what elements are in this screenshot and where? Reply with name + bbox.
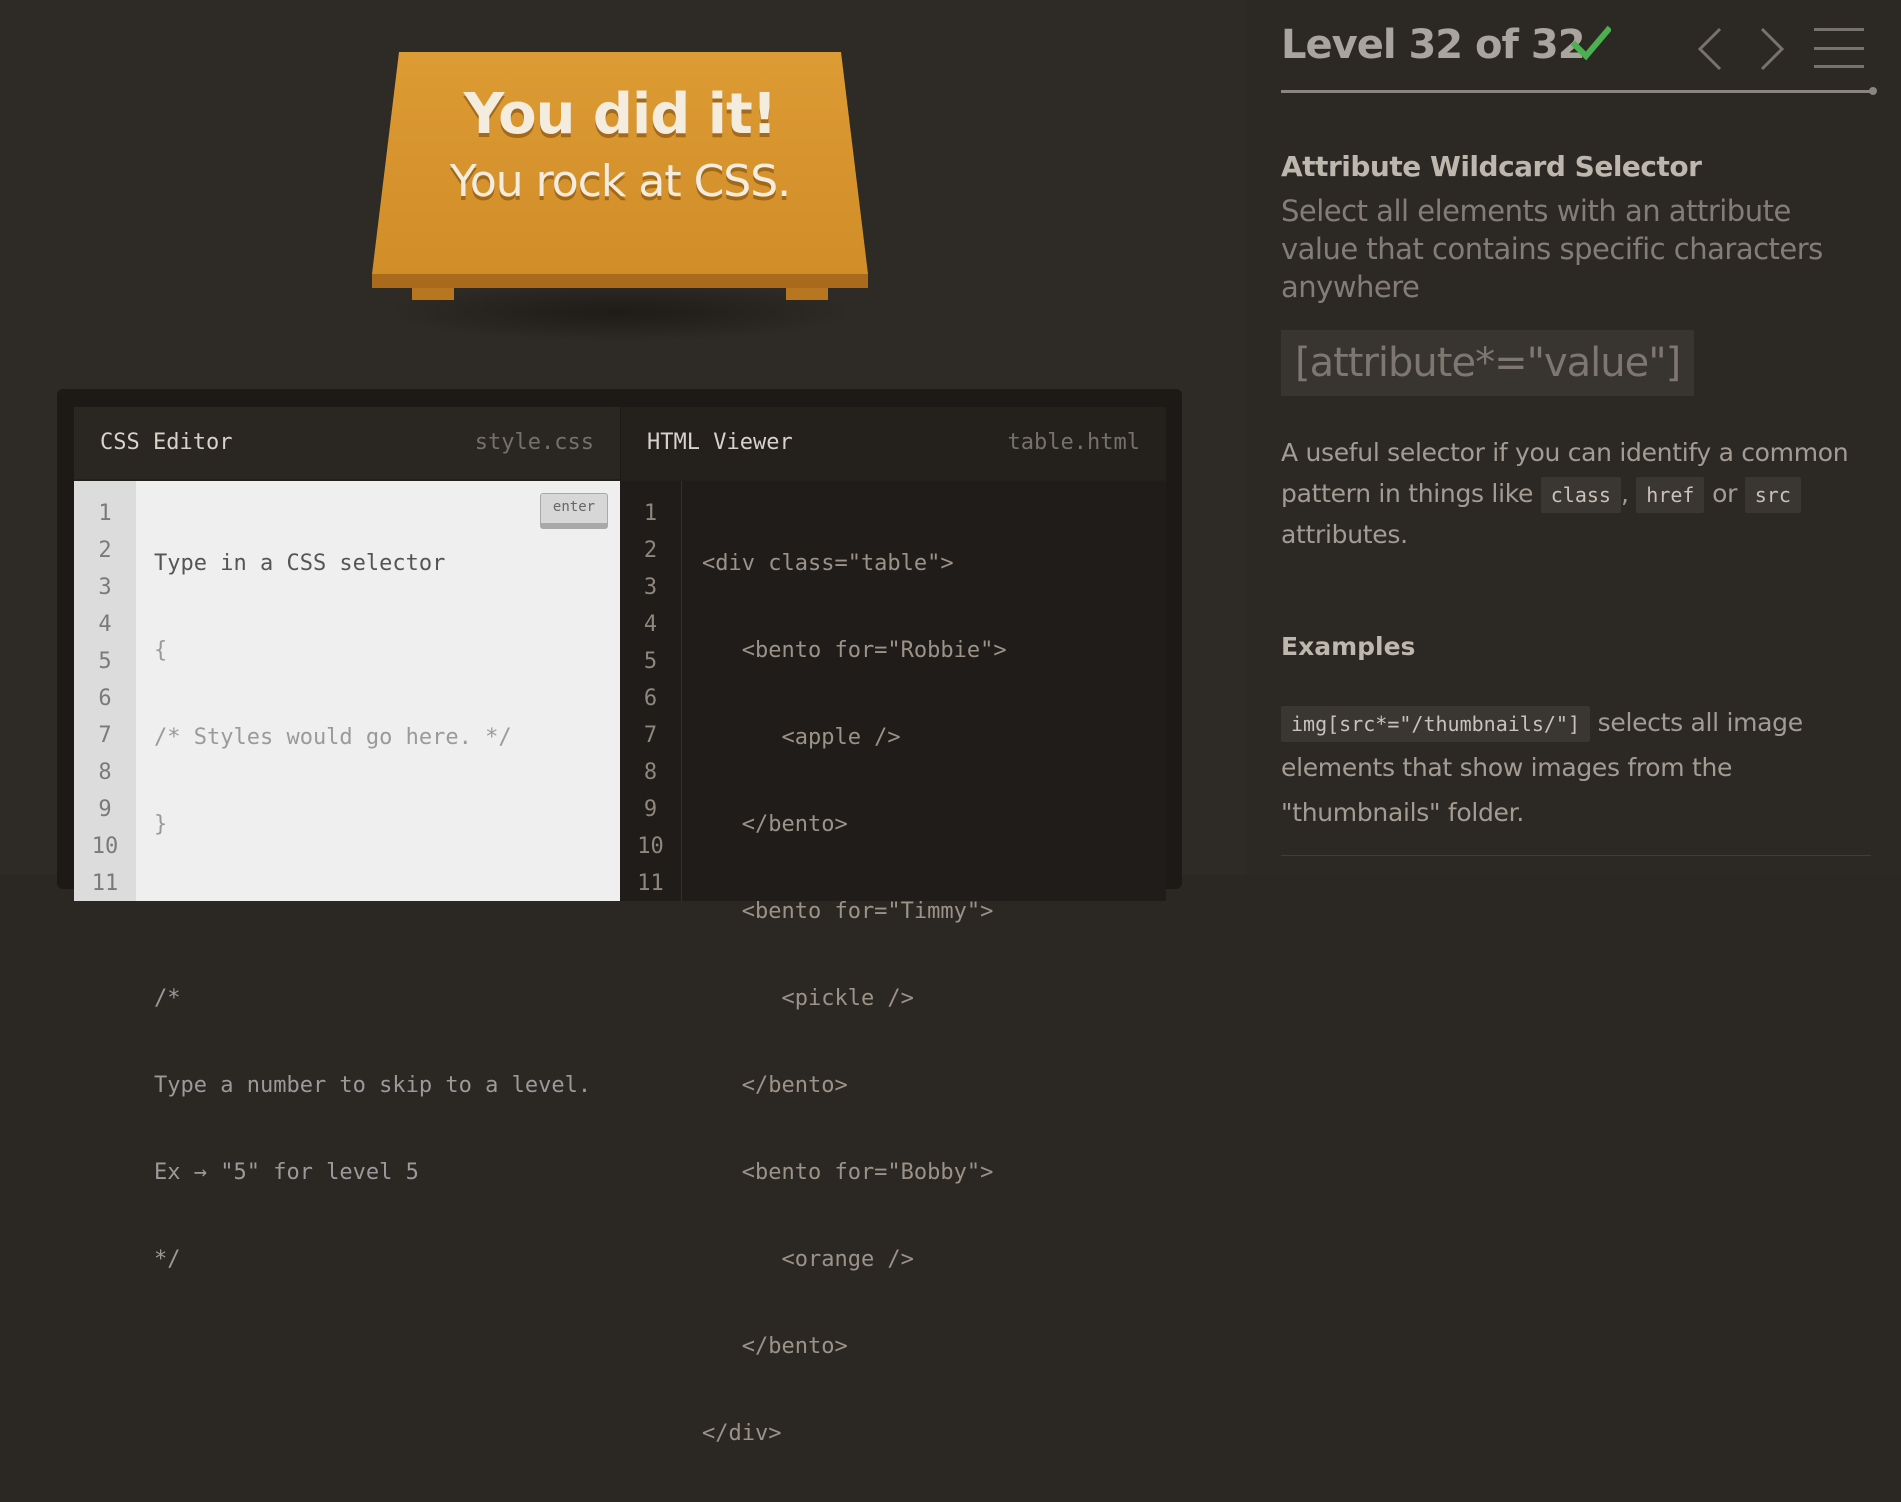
css-editor-title: CSS Editor	[100, 430, 233, 455]
selector-name: Attribute Wildcard Selector	[1281, 150, 1702, 183]
css-input[interactable]: Type in a CSS selector	[154, 545, 620, 582]
line-number: 9	[98, 797, 112, 822]
line-number: 6	[643, 686, 658, 711]
line-number: 6	[98, 686, 112, 711]
table-leg-right	[786, 288, 828, 300]
selector-syntax: [attribute*="value"]	[1281, 330, 1695, 396]
line-number: 3	[643, 575, 658, 600]
selector-description: Select all elements with an attribute va…	[1281, 194, 1823, 304]
game-area: You did it! You rock at CSS. CSS Editor …	[0, 0, 1246, 1446]
code-line: /*	[154, 986, 181, 1011]
table-leg-left	[412, 288, 454, 300]
win-subtitle: You rock at CSS.	[449, 156, 791, 207]
line-number: 2	[643, 538, 658, 563]
line-number: 7	[643, 723, 658, 748]
level-progress-bar	[1281, 87, 1877, 95]
markup-line[interactable]: <pickle />	[702, 980, 1166, 1017]
editor: CSS Editor style.css 1 2 3 4 5 6 7 8 9 1…	[57, 389, 1182, 1446]
line-number: 7	[98, 723, 112, 748]
css-input-area[interactable]: 1 2 3 4 5 6 7 8 9 10 11 Type in a CSS se…	[74, 481, 620, 1272]
markup-line[interactable]: </bento>	[702, 1328, 1166, 1365]
css-editor-filename: style.css	[474, 430, 594, 455]
css-editor-pane: CSS Editor style.css 1 2 3 4 5 6 7 8 9 1…	[74, 407, 620, 1272]
code-chip: src	[1744, 477, 1801, 513]
html-line-numbers: 1 2 3 4 5 6 7 8 9 10 11	[620, 481, 682, 901]
code-line: Type a number to skip to a level.	[154, 1073, 592, 1098]
html-viewer-header: HTML Viewer table.html	[620, 407, 1166, 481]
code-chip: class	[1540, 477, 1621, 513]
line-number: 11	[91, 871, 119, 896]
line-number: 11	[637, 871, 664, 896]
code-line: Ex → "5" for level 5	[154, 1160, 419, 1185]
level-title: Level 32 of 32	[1281, 22, 1586, 68]
html-viewer-filename: table.html	[1007, 430, 1140, 455]
menu-icon[interactable]	[1814, 28, 1864, 68]
chevron-right-icon[interactable]	[1756, 25, 1788, 73]
chevron-left-icon[interactable]	[1694, 25, 1726, 73]
markup-line[interactable]: <bento for="Timmy">	[702, 893, 1166, 930]
line-number: 10	[637, 834, 664, 859]
divider	[1281, 855, 1871, 856]
examples-heading: Examples	[1281, 632, 1416, 661]
example: img[src*="/thumbnails/"] selects all ima…	[1281, 700, 1861, 835]
code-line: /* Styles would go here. */	[154, 725, 512, 750]
line-number: 4	[98, 612, 112, 637]
line-number: 5	[98, 649, 112, 674]
hint-separator: or	[1712, 479, 1738, 508]
css-code: Type in a CSS selector { /* Styles would…	[154, 481, 620, 1502]
line-number: 8	[643, 760, 658, 785]
markup-line[interactable]: <orange />	[702, 1241, 1166, 1278]
table: You did it! You rock at CSS.	[372, 52, 868, 352]
css-line-numbers: 1 2 3 4 5 6 7 8 9 10 11	[74, 481, 136, 901]
html-viewer-title: HTML Viewer	[647, 430, 793, 455]
level-progress-marker	[1869, 87, 1877, 95]
hint-separator: ,	[1620, 479, 1629, 508]
line-number: 2	[98, 538, 112, 563]
code-line: }	[154, 812, 168, 837]
html-markup: 1 2 3 4 5 6 7 8 9 10 11 <div class="tabl…	[620, 481, 1166, 1446]
code-line: {	[154, 638, 168, 663]
hint-text: attributes.	[1281, 520, 1408, 549]
css-editor-header: CSS Editor style.css	[74, 407, 620, 481]
line-number: 10	[91, 834, 119, 859]
line-number: 4	[643, 612, 658, 637]
code-chip: href	[1636, 477, 1705, 513]
markup-line[interactable]: <bento for="Robbie">	[702, 632, 1166, 669]
html-code: <div class="table"> <bento for="Robbie">…	[702, 481, 1166, 1502]
selector-hint: A useful selector if you can identify a …	[1281, 432, 1861, 555]
line-number: 8	[98, 760, 112, 785]
line-number: 1	[98, 501, 112, 526]
line-number: 5	[643, 649, 658, 674]
example-code: img[src*="/thumbnails/"]	[1281, 706, 1590, 742]
line-number: 9	[643, 797, 658, 822]
table-edge	[372, 274, 868, 288]
check-icon	[1571, 25, 1611, 61]
code-line: */	[154, 1247, 181, 1272]
markup-line[interactable]: <apple />	[702, 719, 1166, 756]
win-title: You did it!	[463, 82, 778, 147]
line-number: 3	[98, 575, 112, 600]
markup-line[interactable]: </div>	[702, 1415, 1166, 1452]
markup-line[interactable]: </bento>	[702, 806, 1166, 843]
markup-line[interactable]: <bento for="Bobby">	[702, 1154, 1166, 1191]
enter-button[interactable]: enter	[540, 493, 608, 529]
html-viewer-pane: HTML Viewer table.html 1 2 3 4 5 6 7 8 9…	[620, 407, 1166, 1446]
line-number: 1	[643, 501, 658, 526]
markup-line[interactable]: <div class="table">	[702, 545, 1166, 582]
sidebar: Level 32 of 32 Attribute Wildcard Select…	[1246, 0, 1901, 875]
markup-line[interactable]: </bento>	[702, 1067, 1166, 1104]
level-progress-fill	[1281, 90, 1873, 93]
